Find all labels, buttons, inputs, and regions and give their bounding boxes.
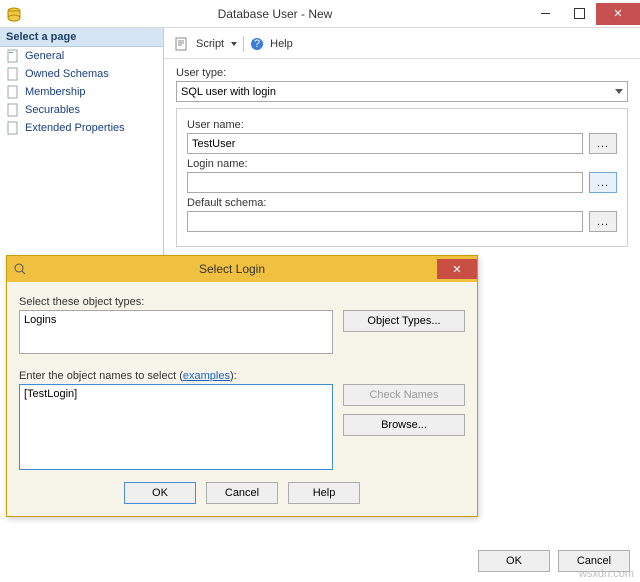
browse-button[interactable]: Browse... [343, 414, 465, 436]
page-icon [6, 103, 20, 117]
user-name-input[interactable] [187, 133, 583, 154]
sidebar-item-extended-properties[interactable]: Extended Properties [0, 119, 163, 137]
object-names-label-prefix: Enter the object names to select ( [19, 370, 183, 382]
sidebar-heading: Select a page [0, 28, 163, 47]
dialog-ok-button[interactable]: OK [124, 482, 196, 504]
object-types-display [19, 310, 333, 354]
dialog-close-button[interactable]: ✕ [437, 259, 477, 279]
user-name-label: User name: [187, 119, 617, 131]
close-button[interactable] [596, 3, 640, 25]
script-dropdown-icon[interactable] [231, 42, 237, 46]
user-type-label: User type: [176, 67, 628, 79]
user-type-select[interactable]: SQL user with login [176, 81, 628, 102]
default-schema-label: Default schema: [187, 197, 617, 209]
dialog-footer: OK Cancel Help [7, 482, 477, 516]
toolbar: Script ? Help [164, 34, 640, 59]
script-icon [174, 36, 190, 52]
sidebar-item-label: General [25, 50, 64, 62]
dialog-help-button[interactable]: Help [288, 482, 360, 504]
watermark: wsxdn.com [579, 568, 634, 580]
script-button[interactable]: Script [196, 38, 224, 50]
maximize-button[interactable] [562, 3, 596, 25]
sidebar-item-general[interactable]: General [0, 47, 163, 65]
user-type-value: SQL user with login [181, 86, 276, 98]
window-buttons [528, 3, 640, 25]
minimize-button[interactable] [528, 3, 562, 25]
user-name-browse-button[interactable]: ... [589, 133, 617, 154]
dialog-cancel-button[interactable]: Cancel [206, 482, 278, 504]
default-schema-browse-button[interactable]: ... [589, 211, 617, 232]
page-icon [6, 67, 20, 81]
toolbar-separator [243, 36, 244, 52]
dialog-titlebar: Select Login ✕ [7, 256, 477, 282]
sidebar-item-owned-schemas[interactable]: Owned Schemas [0, 65, 163, 83]
page-icon [6, 49, 20, 63]
examples-link[interactable]: examples [183, 370, 230, 382]
check-names-button[interactable]: Check Names [343, 384, 465, 406]
help-icon: ? [250, 37, 264, 51]
sidebar-item-securables[interactable]: Securables [0, 101, 163, 119]
sidebar-item-label: Securables [25, 104, 80, 116]
search-icon [13, 262, 27, 276]
select-login-dialog: Select Login ✕ Select these object types… [6, 255, 478, 517]
app-icon [6, 6, 22, 22]
user-fields-group: User name: ... Login name: ... Default s… [176, 108, 628, 247]
object-names-input[interactable] [19, 384, 333, 470]
object-names-label: Enter the object names to select (exampl… [19, 370, 465, 382]
sidebar-item-membership[interactable]: Membership [0, 83, 163, 101]
page-icon [6, 85, 20, 99]
window-title: Database User - New [22, 7, 528, 21]
object-types-label: Select these object types: [19, 296, 465, 308]
sidebar-item-label: Owned Schemas [25, 68, 109, 80]
ok-button[interactable]: OK [478, 550, 550, 572]
sidebar-item-label: Membership [25, 86, 86, 98]
svg-text:?: ? [254, 38, 260, 50]
login-name-browse-button[interactable]: ... [589, 172, 617, 193]
login-name-input[interactable] [187, 172, 583, 193]
login-name-label: Login name: [187, 158, 617, 170]
help-button[interactable]: Help [270, 38, 293, 50]
page-icon [6, 121, 20, 135]
chevron-down-icon [615, 89, 623, 94]
dialog-title: Select Login [27, 262, 437, 276]
sidebar-item-label: Extended Properties [25, 122, 125, 134]
object-types-button[interactable]: Object Types... [343, 310, 465, 332]
window-titlebar: Database User - New [0, 0, 640, 28]
object-names-label-suffix: ): [230, 370, 237, 382]
default-schema-input[interactable] [187, 211, 583, 232]
